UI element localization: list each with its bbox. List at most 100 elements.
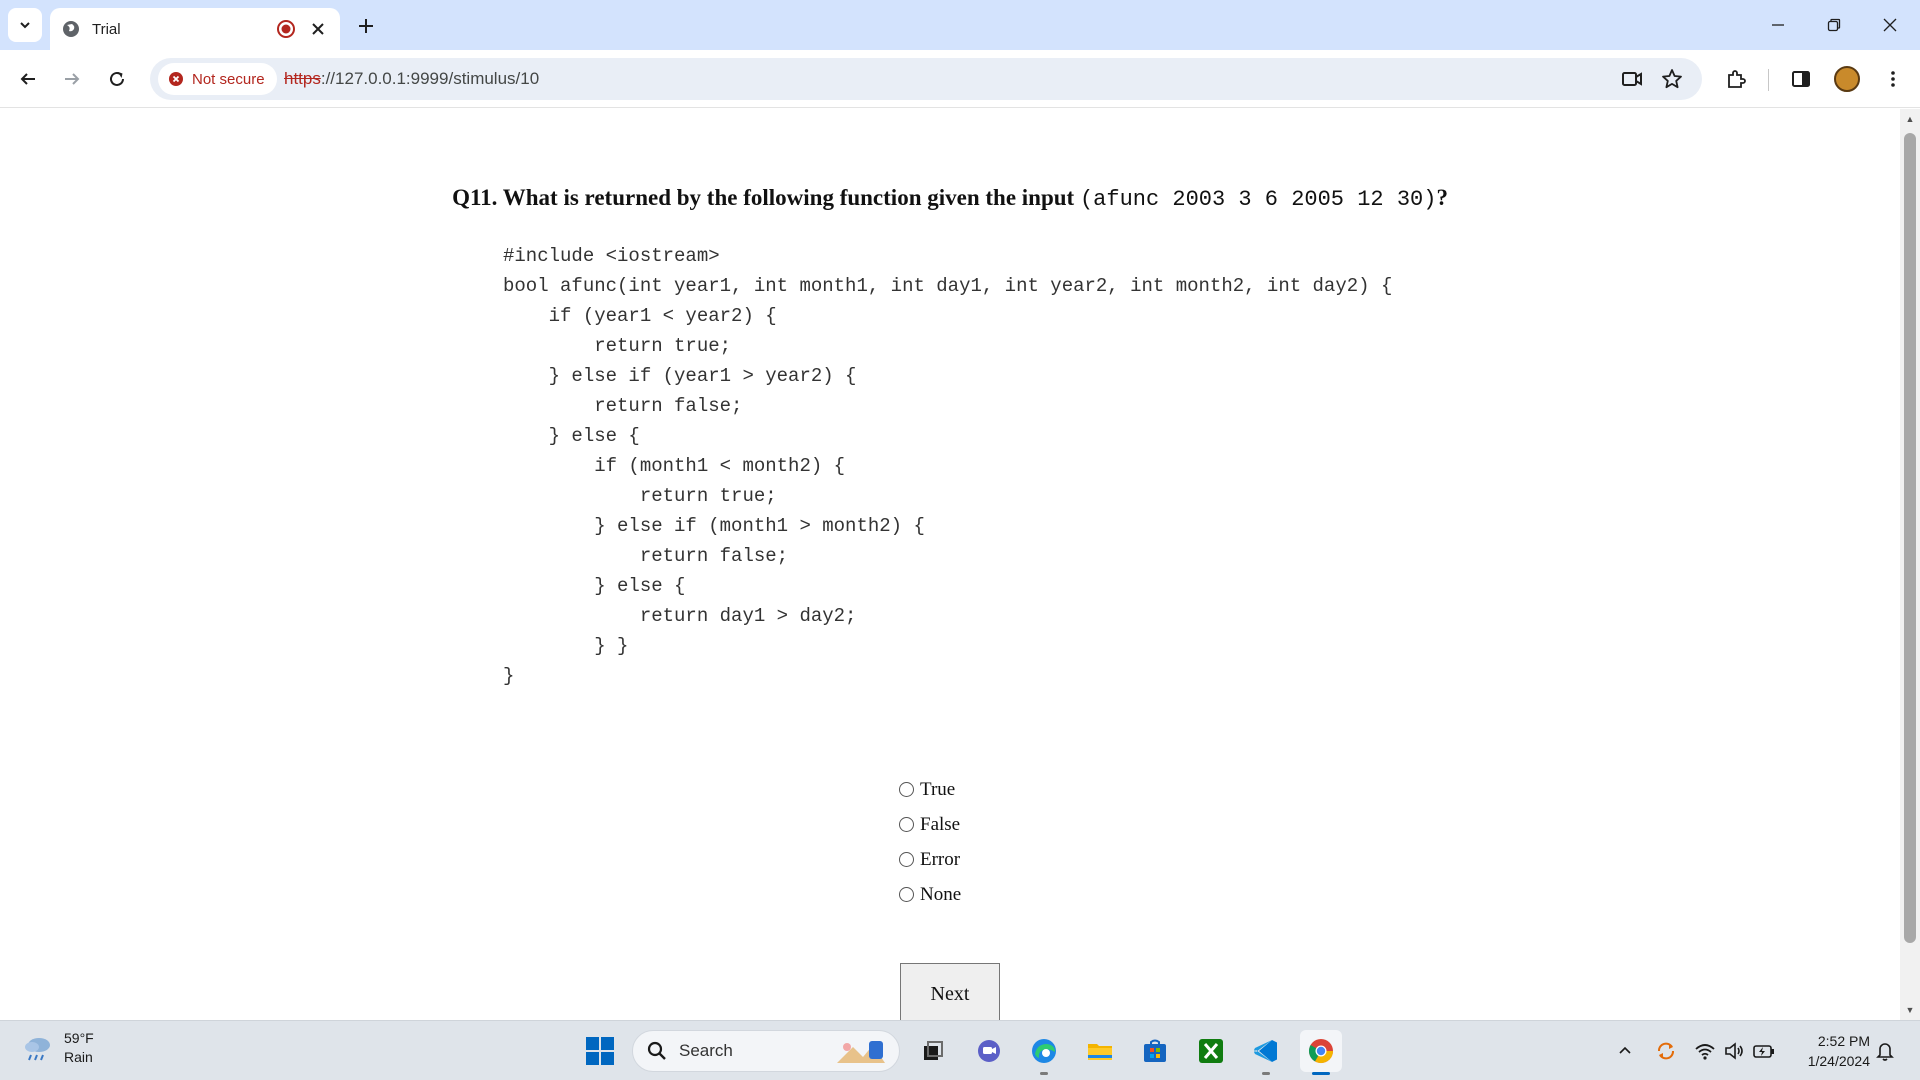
arrow-left-icon: [20, 73, 35, 85]
radio-button[interactable]: [899, 782, 914, 797]
page-scrollbar[interactable]: ▲ ▼: [1900, 109, 1920, 1020]
tab-search-button[interactable]: [8, 8, 42, 42]
search-highlight-icon: [837, 1041, 885, 1063]
scroll-up-arrow-icon[interactable]: ▲: [1900, 109, 1920, 129]
close-icon: [1883, 18, 1897, 32]
code-line: bool afunc(int year1, int month1, int da…: [503, 275, 1393, 297]
new-tab-button[interactable]: [352, 12, 380, 40]
code-line: return true;: [503, 335, 732, 357]
taskbar-search[interactable]: Search: [632, 1030, 900, 1072]
restore-button[interactable]: [1806, 0, 1862, 50]
battery-icon[interactable]: [1751, 1038, 1777, 1064]
side-panel-icon[interactable]: [1785, 63, 1817, 95]
sync-icon[interactable]: [1653, 1038, 1679, 1064]
taskbar: 59°F Rain Search 2:52 PM 1/24/2024: [0, 1020, 1920, 1080]
camera-icon[interactable]: [1618, 65, 1646, 93]
security-label: Not secure: [192, 70, 265, 88]
page-viewport: Q11. What is returned by the following f…: [0, 109, 1900, 1020]
taskbar-vscode[interactable]: [1245, 1030, 1287, 1075]
recording-icon: [276, 19, 296, 39]
address-bar[interactable]: Not secure https://127.0.0.1:9999/stimul…: [150, 58, 1702, 100]
weather-widget[interactable]: 59°F Rain: [20, 1029, 94, 1067]
bookmark-star-icon[interactable]: [1658, 65, 1686, 93]
taskbar-store[interactable]: [1134, 1030, 1176, 1072]
minimize-button[interactable]: [1750, 0, 1806, 50]
back-button[interactable]: [12, 63, 44, 95]
weather-condition: Rain: [64, 1049, 93, 1065]
scroll-down-arrow-icon[interactable]: ▼: [1900, 1000, 1920, 1020]
answer-choices: True False Error None: [899, 772, 961, 912]
code-line: } else if (year1 > year2) {: [503, 365, 857, 387]
warning-icon: [169, 72, 183, 86]
taskbar-task-view[interactable]: [912, 1030, 954, 1072]
search-label: Search: [679, 1041, 733, 1060]
xbox-icon: [1199, 1039, 1223, 1063]
choice-label: Error: [920, 848, 961, 870]
reload-button[interactable]: [101, 63, 133, 95]
choice-label: True: [920, 778, 956, 800]
folder-icon: [1088, 1044, 1112, 1060]
clock-date: 1/24/2024: [1807, 1053, 1870, 1069]
question-prefix: Q11. What is returned by the following f…: [452, 185, 1080, 210]
choice-none[interactable]: None: [899, 877, 961, 912]
store-icon: [1144, 1039, 1166, 1062]
reload-icon: [110, 71, 124, 86]
chat-icon: [978, 1040, 1000, 1062]
wifi-icon[interactable]: [1692, 1038, 1718, 1064]
chevron-up-icon[interactable]: [1612, 1038, 1638, 1064]
weather-text: 59°F Rain: [64, 1029, 94, 1067]
taskbar-chrome[interactable]: [1300, 1030, 1342, 1075]
url-text[interactable]: https://127.0.0.1:9999/stimulus/10: [284, 69, 539, 89]
code-line: return false;: [503, 395, 743, 417]
rain-cloud-icon: [20, 1030, 56, 1066]
weather-temp: 59°F: [64, 1030, 94, 1046]
extensions-icon[interactable]: [1720, 63, 1752, 95]
chrome-icon: [1308, 1039, 1333, 1064]
choice-true[interactable]: True: [899, 772, 961, 807]
code-line: return day1 > day2;: [503, 605, 857, 627]
running-indicator: [1040, 1072, 1048, 1075]
radio-button[interactable]: [899, 817, 914, 832]
system-clock[interactable]: 2:52 PM 1/24/2024: [1790, 1031, 1870, 1071]
taskbar-edge[interactable]: [1023, 1030, 1065, 1075]
scroll-thumb[interactable]: [1904, 133, 1916, 943]
code-line: if (month1 < month2) {: [503, 455, 846, 477]
notification-bell-icon[interactable]: [1872, 1038, 1898, 1064]
code-line: } else if (month1 > month2) {: [503, 515, 925, 537]
radio-button[interactable]: [899, 852, 914, 867]
close-window-button[interactable]: [1862, 0, 1918, 50]
active-indicator: [1312, 1072, 1330, 1075]
code-line: }: [503, 665, 515, 687]
plus-icon: [359, 19, 373, 33]
code-line: #include <iostream>: [503, 245, 720, 267]
code-line: return false;: [503, 545, 789, 567]
menu-kebab-icon[interactable]: [1877, 63, 1909, 95]
taskbar-file-explorer[interactable]: [1079, 1030, 1121, 1072]
volume-icon[interactable]: [1721, 1038, 1747, 1064]
code-line: if (year1 < year2) {: [503, 305, 777, 327]
code-line: } else {: [503, 425, 640, 447]
choice-false[interactable]: False: [899, 807, 961, 842]
forward-button[interactable]: [56, 63, 88, 95]
code-line: return true;: [503, 485, 777, 507]
toolbar-separator: [1768, 69, 1769, 91]
globe-icon: [62, 20, 80, 38]
edge-icon: [1032, 1039, 1056, 1063]
radio-button[interactable]: [899, 887, 914, 902]
choice-error[interactable]: Error: [899, 842, 961, 877]
taskbar-xbox[interactable]: [1190, 1030, 1232, 1072]
choice-label: None: [920, 883, 962, 905]
code-line: } else {: [503, 575, 686, 597]
start-button[interactable]: [582, 1033, 618, 1069]
profile-avatar[interactable]: [1834, 66, 1860, 92]
restore-icon: [1827, 18, 1841, 32]
choice-label: False: [920, 813, 961, 835]
minimize-icon: [1772, 24, 1784, 26]
close-tab-icon[interactable]: [308, 19, 328, 39]
browser-tab[interactable]: Trial: [50, 8, 340, 50]
arrow-right-icon: [65, 73, 80, 85]
next-button[interactable]: Next: [900, 963, 1000, 1020]
security-indicator[interactable]: Not secure: [158, 63, 277, 95]
question-title: Q11. What is returned by the following f…: [0, 185, 1900, 212]
taskbar-teams-chat[interactable]: [968, 1030, 1010, 1072]
